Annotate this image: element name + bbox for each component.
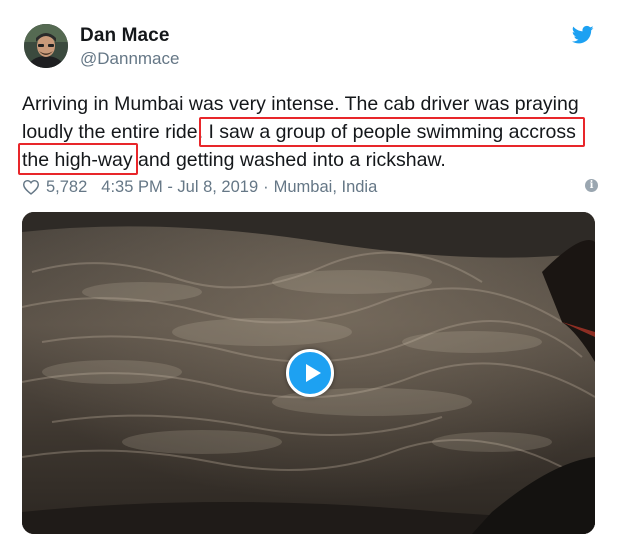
tweet-text-line-1: Arriving in Mumbai was very intense. The… xyxy=(22,93,579,115)
twitter-bird-icon[interactable] xyxy=(571,25,594,45)
tweet-text-line-3: the high-way and getting washed into a r… xyxy=(22,146,612,174)
tweet-text-line-2: loudly the entire ride. I saw a group of… xyxy=(22,118,612,146)
highlighted-phrase: I saw a group of people swimming accross xyxy=(203,121,576,143)
text-segment: and getting washed into a rickshaw. xyxy=(132,149,446,171)
like-count: 5,782 xyxy=(46,177,88,196)
video-thumbnail[interactable] xyxy=(22,212,595,534)
like-button[interactable]: 5,782 xyxy=(22,178,87,197)
tweet-text: Arriving in Mumbai was very intense. The… xyxy=(22,90,612,174)
author-handle[interactable]: @Dannmace xyxy=(80,49,179,69)
play-icon[interactable] xyxy=(286,349,334,397)
author-name[interactable]: Dan Mace xyxy=(80,25,170,47)
meta-separator: · xyxy=(263,177,269,196)
text-segment: loudly the entire ride. xyxy=(22,121,204,143)
timestamp[interactable]: 4:35 PM - Jul 8, 2019 xyxy=(101,178,258,197)
avatar[interactable] xyxy=(24,24,68,68)
tweet-meta: 5,782 4:35 PM - Jul 8, 2019 · Mumbai, In… xyxy=(22,176,598,198)
highlighted-phrase: the high-way xyxy=(22,149,133,171)
tweet-card: Dan Mace @Dannmace Arriving in Mumbai wa… xyxy=(0,0,619,552)
info-icon[interactable]: i xyxy=(585,179,598,192)
heart-icon xyxy=(22,179,40,195)
location-link[interactable]: Mumbai, India xyxy=(274,178,378,197)
